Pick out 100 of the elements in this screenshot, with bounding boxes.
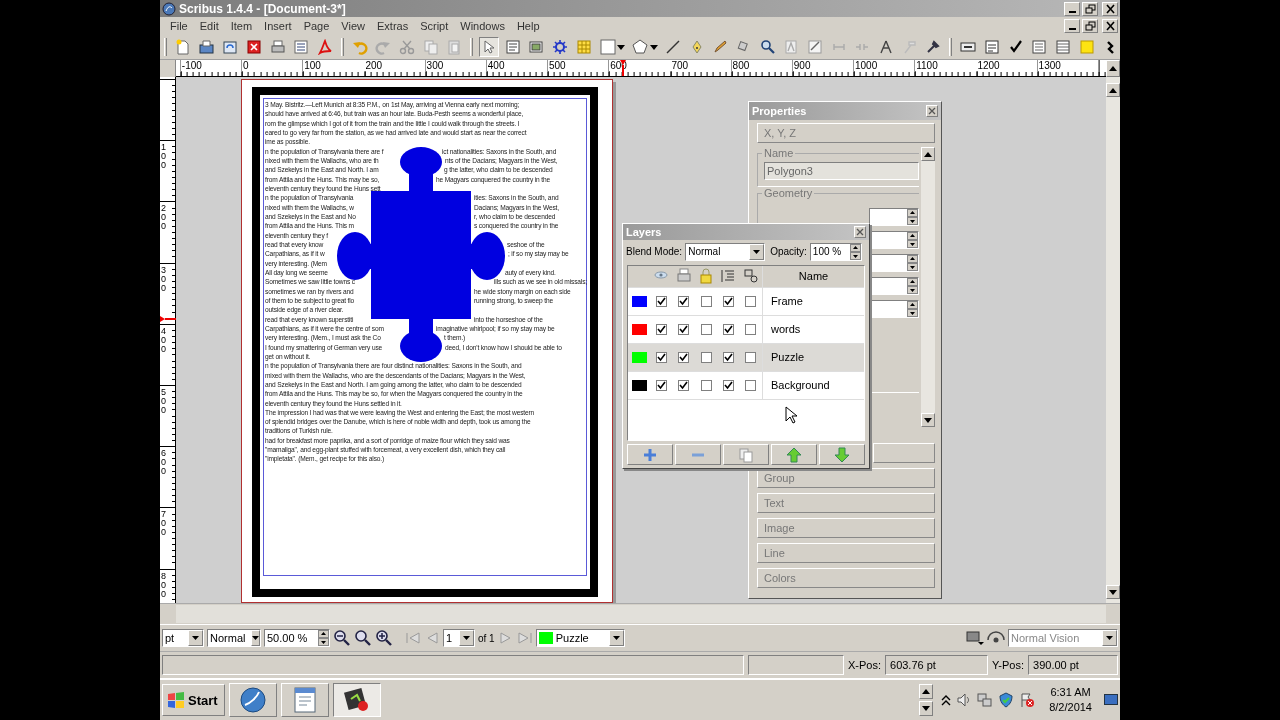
- blend-mode-select[interactable]: Normal: [685, 242, 766, 261]
- magnifier-icon[interactable]: [759, 39, 776, 55]
- horizontal-scrollbar[interactable]: [176, 605, 1106, 623]
- list-box-icon[interactable]: [1054, 39, 1071, 55]
- menu-item[interactable]: Item: [224, 19, 259, 33]
- restore-button[interactable]: [1082, 19, 1098, 33]
- chevron-icon[interactable]: [941, 694, 952, 706]
- checklist-icon[interactable]: [293, 39, 310, 55]
- eyedropper-icon[interactable]: [925, 39, 942, 55]
- image-frame-icon[interactable]: [528, 39, 545, 55]
- checkbox[interactable]: [678, 323, 689, 335]
- zoom-out-icon[interactable]: [333, 629, 351, 647]
- layer-select[interactable]: Puzzle: [535, 629, 625, 647]
- zoom-in-icon[interactable]: [375, 629, 393, 647]
- flag-icon[interactable]: [1019, 692, 1036, 708]
- layer-row[interactable]: Puzzle: [628, 343, 864, 372]
- menu-item[interactable]: Page: [297, 19, 336, 33]
- text-frame-icon[interactable]: [504, 39, 521, 55]
- close-button[interactable]: [1102, 1, 1118, 16]
- checkbox[interactable]: [722, 351, 734, 363]
- number-field[interactable]: [869, 254, 919, 272]
- name-field[interactable]: Polygon3: [764, 162, 919, 180]
- scroll-up-icon[interactable]: [922, 689, 931, 694]
- number-field[interactable]: [869, 208, 919, 226]
- vertical-scrollbar[interactable]: [921, 147, 935, 427]
- spin-arrows-icon[interactable]: [907, 301, 918, 317]
- remove-layer-button[interactable]: [675, 444, 721, 465]
- scroll-up-icon[interactable]: [924, 151, 932, 157]
- checkbox[interactable]: [745, 323, 756, 335]
- restore-button[interactable]: [1082, 1, 1098, 16]
- show-desktop-icon[interactable]: [1104, 694, 1118, 706]
- vertical-scrollbar[interactable]: [1106, 77, 1120, 603]
- scroll-up-icon[interactable]: [1109, 66, 1117, 71]
- spin-arrows-icon[interactable]: [849, 243, 861, 260]
- close-document-icon[interactable]: [245, 39, 262, 55]
- number-field[interactable]: [869, 231, 919, 249]
- checkbox[interactable]: [678, 351, 689, 363]
- gear-icon[interactable]: [552, 39, 569, 55]
- menu-item[interactable]: File: [164, 19, 194, 33]
- checkbox[interactable]: [655, 323, 667, 335]
- spin-arrows-icon[interactable]: [907, 232, 918, 248]
- pdf-icon[interactable]: [316, 39, 333, 55]
- story-editor-icon[interactable]: [807, 39, 823, 55]
- spin-arrows-icon[interactable]: [907, 255, 918, 271]
- checkbox[interactable]: [700, 351, 712, 363]
- menu-item[interactable]: Windows: [454, 19, 511, 33]
- checkbox[interactable]: [700, 323, 712, 335]
- spin-arrows-icon[interactable]: [907, 209, 918, 225]
- push-button-icon[interactable]: [960, 39, 977, 55]
- checkbox[interactable]: [745, 379, 756, 391]
- section-button[interactable]: [873, 443, 935, 463]
- mode-select[interactable]: Normal: [207, 629, 261, 647]
- layer-row[interactable]: Background: [628, 371, 864, 400]
- zoom-reset-icon[interactable]: [354, 629, 372, 647]
- lower-layer-button[interactable]: [819, 444, 865, 465]
- checkbox[interactable]: [745, 295, 756, 307]
- close-button[interactable]: [854, 225, 866, 238]
- raise-layer-button[interactable]: [771, 444, 817, 465]
- new-document-icon[interactable]: [174, 39, 191, 55]
- checkbox[interactable]: [745, 351, 756, 363]
- reload-document-icon[interactable]: [222, 39, 239, 55]
- checkbox[interactable]: [678, 379, 689, 391]
- network-icon[interactable]: [977, 692, 994, 708]
- close-button[interactable]: [1102, 19, 1118, 33]
- taskbar-button[interactable]: [332, 683, 381, 717]
- checkbox[interactable]: [678, 295, 689, 307]
- checkbox[interactable]: [655, 351, 667, 363]
- checkbox-icon[interactable]: [1007, 39, 1024, 55]
- number-field[interactable]: [869, 277, 919, 295]
- layer-row[interactable]: words: [628, 315, 864, 344]
- layer-row[interactable]: Frame: [628, 287, 864, 316]
- combo-box-icon[interactable]: [1031, 39, 1048, 55]
- page-select[interactable]: 1: [443, 629, 475, 647]
- opacity-field[interactable]: 100 %: [809, 242, 862, 261]
- print-icon[interactable]: [269, 39, 286, 55]
- menu-item[interactable]: Script: [414, 19, 455, 33]
- add-layer-button[interactable]: [627, 444, 673, 465]
- checkbox[interactable]: [700, 295, 712, 307]
- text-field-icon[interactable]: [983, 39, 1000, 55]
- scroll-down-icon[interactable]: [1109, 589, 1117, 595]
- menu-item[interactable]: Edit: [193, 19, 225, 33]
- spin-arrows-icon[interactable]: [907, 278, 918, 294]
- line-icon[interactable]: [664, 39, 681, 55]
- compass-icon[interactable]: [878, 39, 895, 55]
- pencil-icon[interactable]: [712, 39, 729, 55]
- menu-item[interactable]: Extras: [371, 19, 415, 33]
- checkbox[interactable]: [722, 379, 734, 391]
- checkbox[interactable]: [655, 379, 667, 391]
- vision-select[interactable]: Normal Vision: [1008, 629, 1118, 647]
- zoom-field[interactable]: 50.00 %: [264, 629, 330, 647]
- checkbox[interactable]: [722, 295, 734, 307]
- open-document-icon[interactable]: [198, 39, 215, 55]
- checkbox[interactable]: [700, 379, 712, 391]
- scroll-down-icon[interactable]: [924, 417, 932, 423]
- menu-item[interactable]: Insert: [258, 19, 298, 33]
- pentagon-icon[interactable]: [632, 39, 649, 55]
- spin-arrows-icon[interactable]: [318, 630, 329, 646]
- shield-icon[interactable]: [998, 692, 1015, 708]
- monitor-icon[interactable]: [966, 630, 984, 646]
- menu-item[interactable]: View: [335, 19, 371, 33]
